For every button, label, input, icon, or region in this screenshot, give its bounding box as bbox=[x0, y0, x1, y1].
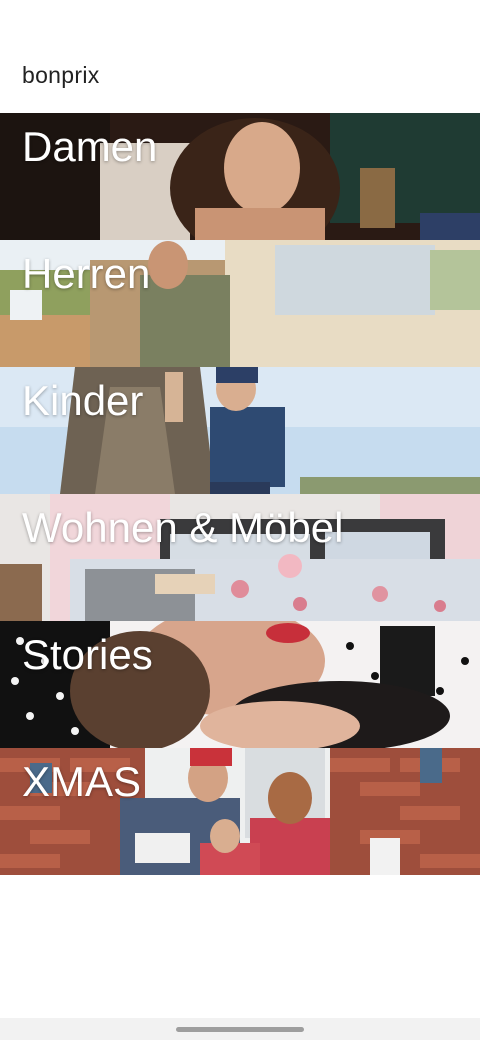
category-tile-herren[interactable]: Herren bbox=[0, 240, 480, 367]
category-tile-wohnen-moebel[interactable]: Wohnen & Möbel bbox=[0, 494, 480, 621]
category-list: Damen Herren Kinder Wohnen & Möbel Stori… bbox=[0, 113, 480, 875]
category-tile-damen[interactable]: Damen bbox=[0, 113, 480, 240]
category-label-wohnen-moebel: Wohnen & Möbel bbox=[22, 504, 344, 551]
category-tile-xmas[interactable]: XMAS bbox=[0, 748, 480, 875]
system-navigation-bar bbox=[0, 1018, 480, 1040]
category-label-kinder: Kinder bbox=[22, 377, 144, 424]
category-label-damen: Damen bbox=[22, 123, 158, 170]
home-gesture-bar[interactable] bbox=[176, 1027, 304, 1032]
app-bar: bonprix bbox=[0, 0, 480, 113]
category-tile-stories[interactable]: Stories bbox=[0, 621, 480, 748]
category-label-stories: Stories bbox=[22, 631, 153, 678]
category-label-herren: Herren bbox=[22, 250, 151, 297]
app-title: bonprix bbox=[22, 62, 100, 88]
category-label-xmas: XMAS bbox=[22, 758, 142, 805]
category-tile-kinder[interactable]: Kinder bbox=[0, 367, 480, 494]
